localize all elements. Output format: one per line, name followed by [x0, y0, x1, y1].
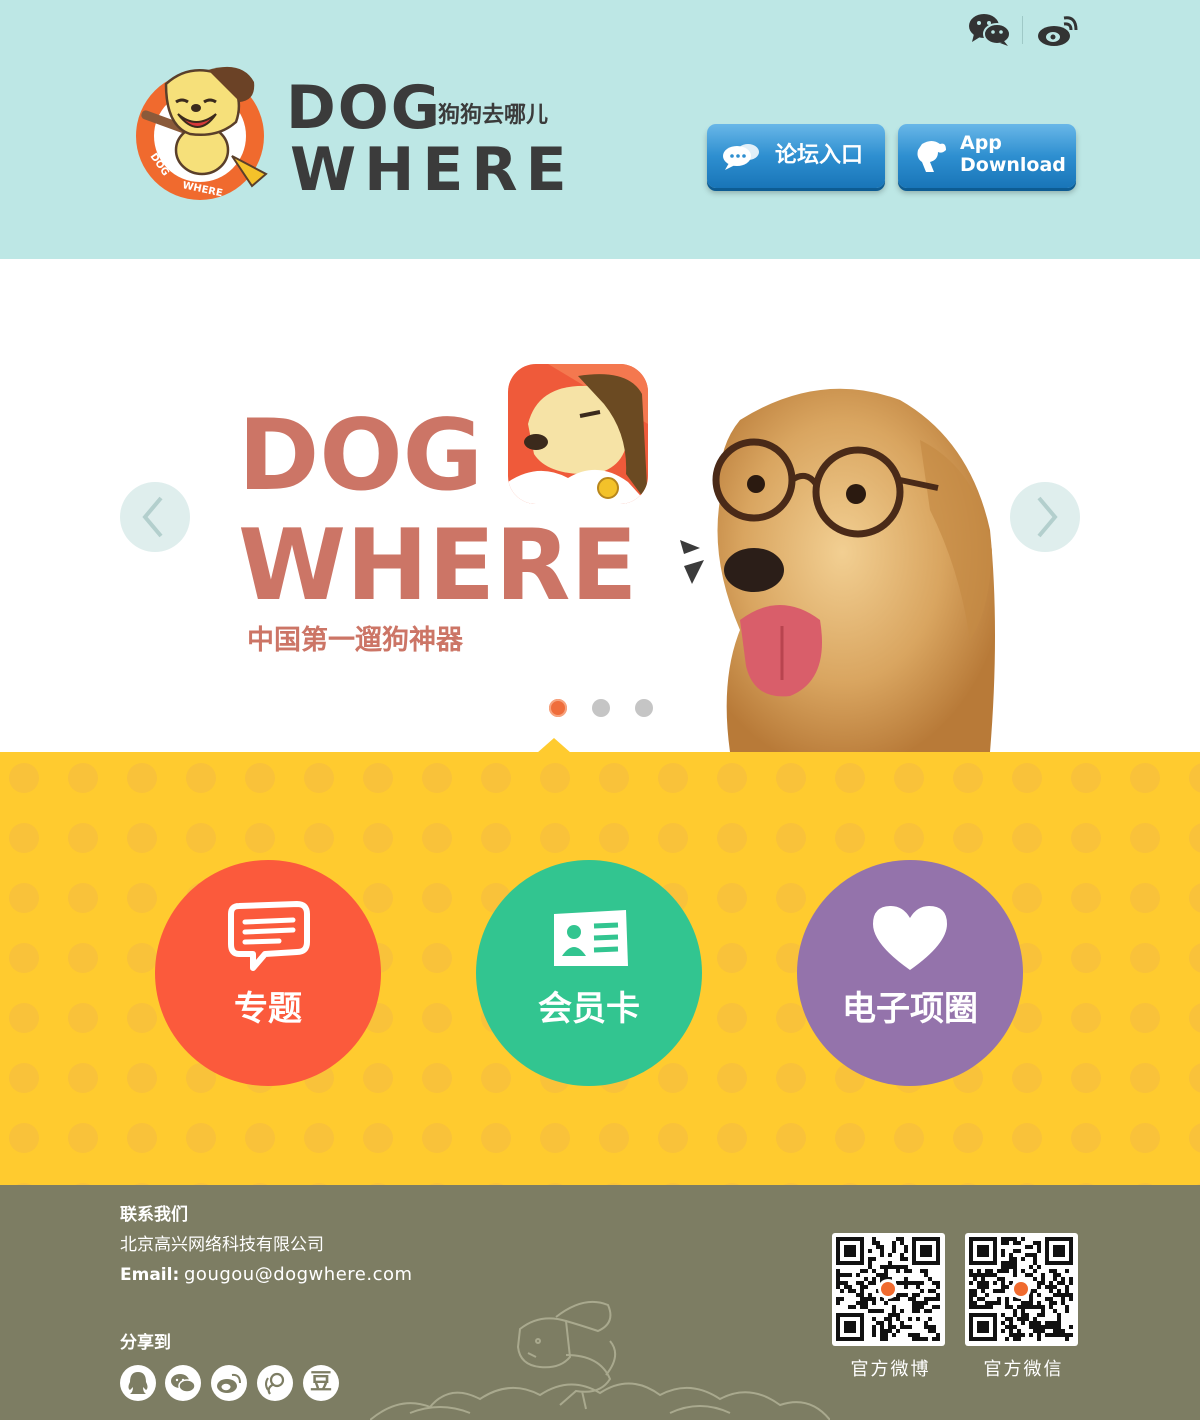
header-divider	[1022, 16, 1023, 44]
app-download-button[interactable]: App Download	[898, 124, 1076, 188]
contact-us-heading: 联系我们	[120, 1205, 188, 1225]
weibo-icon[interactable]	[211, 1365, 247, 1401]
email-link[interactable]: gougou@dogwhere.com	[184, 1264, 413, 1286]
brand-where-text: WHERE	[290, 135, 575, 205]
weibo-qr-code	[832, 1233, 945, 1346]
brand-dog-text: DOG	[286, 73, 443, 143]
weibo-qr-label: 官方微博	[850, 1359, 931, 1380]
chat-bubbles-icon	[723, 144, 759, 170]
banner-title-where: WHERE	[238, 509, 638, 623]
member-card-label: 会员卡	[538, 989, 640, 1029]
e-collar-label: 电子项圈	[842, 989, 978, 1029]
app-download-label-line1: App	[960, 132, 1002, 154]
qq-icon[interactable]	[120, 1365, 156, 1401]
chevron-right-icon	[1037, 496, 1058, 538]
share-heading: 分享到	[120, 1333, 171, 1353]
qr-pattern	[836, 1237, 940, 1341]
slide-dot-3[interactable]	[635, 699, 653, 717]
dogwhere-app-icon	[508, 364, 648, 504]
douban-glyph: 豆	[309, 1370, 332, 1395]
dog-silhouette-icon	[917, 141, 946, 172]
section-pointer	[537, 738, 571, 753]
forum-entry-label: 论坛入口	[775, 143, 864, 168]
wechat-icon[interactable]	[968, 12, 1012, 48]
id-card-icon	[554, 910, 628, 966]
wechat-icon[interactable]	[165, 1365, 201, 1401]
golden-retriever-with-glasses-photo	[680, 388, 995, 752]
dogwhere-logo[interactable]: DOG WHERE	[132, 60, 272, 202]
slide-dot-1[interactable]	[549, 699, 567, 717]
qq-weibo-icon[interactable]	[257, 1365, 293, 1401]
slide-dot-2[interactable]	[592, 699, 610, 717]
member-card-button[interactable]: 会员卡	[476, 860, 702, 1086]
forum-entry-button[interactable]: 论坛入口	[707, 124, 885, 188]
banner-title-dog: DOG	[238, 399, 484, 513]
company-name: 北京高兴网络科技有限公司	[120, 1235, 324, 1255]
speech-bubble-icon	[228, 901, 310, 971]
banner-next-button[interactable]	[1010, 482, 1080, 552]
e-collar-button[interactable]: 电子项圈	[797, 860, 1023, 1086]
wechat-qr-label: 官方微信	[983, 1359, 1064, 1380]
chevron-left-icon	[142, 496, 163, 538]
weibo-icon[interactable]	[1036, 12, 1080, 48]
wechat-qr-code	[965, 1233, 1078, 1346]
douban-icon[interactable]: 豆	[303, 1365, 339, 1401]
brand-chinese-name: 狗狗去哪儿	[438, 103, 549, 128]
heart-icon	[873, 906, 947, 970]
dog-running-outline-illustration	[370, 1301, 830, 1420]
topics-label: 专题	[234, 989, 302, 1029]
app-download-label-line2: Download	[960, 154, 1066, 176]
qr-pattern	[969, 1237, 1073, 1341]
banner-tagline: 中国第一遛狗神器	[247, 625, 463, 656]
email-label: Email:	[120, 1265, 180, 1285]
banner-prev-button[interactable]	[120, 482, 190, 552]
topics-button[interactable]: 专题	[155, 860, 381, 1086]
